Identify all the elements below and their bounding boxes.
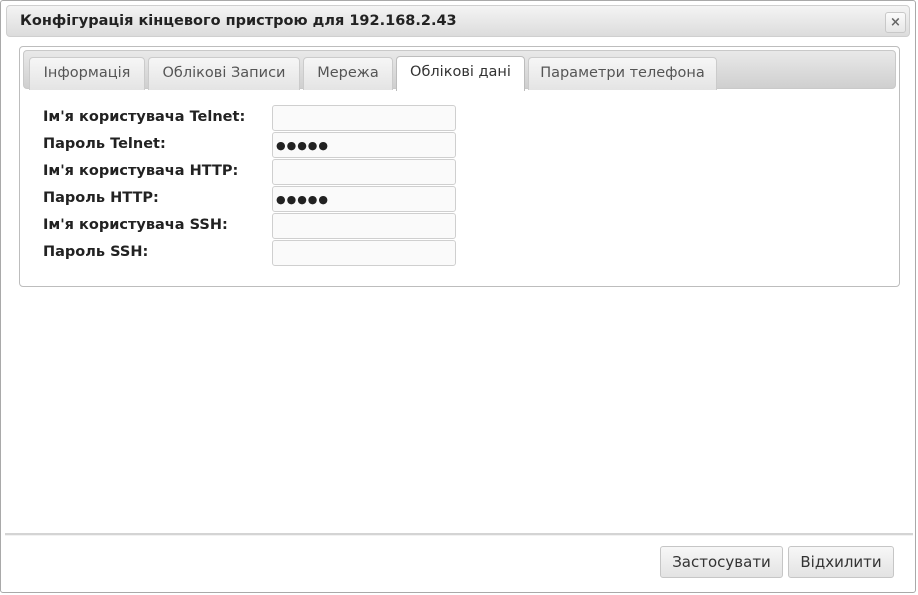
telnet-username-label: Ім'я користувача Telnet: bbox=[43, 109, 246, 125]
close-button[interactable]: × bbox=[885, 12, 906, 33]
close-icon: × bbox=[890, 15, 901, 30]
tab-information[interactable]: Інформація bbox=[29, 57, 145, 90]
tab-accounts[interactable]: Облікові Записи bbox=[148, 57, 300, 90]
tab-bar: Інформація Облікові Записи Мережа Обліко… bbox=[23, 50, 896, 91]
http-password-input[interactable]: ●●●●● bbox=[272, 186, 456, 212]
tab-phone-parameters[interactable]: Параметри телефона bbox=[528, 57, 717, 90]
ssh-username-label: Ім'я користувача SSH: bbox=[43, 217, 228, 233]
telnet-username-input[interactable] bbox=[272, 105, 456, 131]
http-username-input[interactable] bbox=[272, 159, 456, 185]
telnet-password-label: Пароль Telnet: bbox=[43, 136, 166, 152]
http-username-label: Ім'я користувача HTTP: bbox=[43, 163, 239, 179]
tab-credentials[interactable]: Облікові дані bbox=[396, 56, 525, 91]
dialog-titlebar[interactable]: Конфігурація кінцевого пристрою для 192.… bbox=[6, 5, 910, 37]
reject-button[interactable]: Відхилити bbox=[788, 546, 894, 578]
tab-network[interactable]: Мережа bbox=[303, 57, 393, 90]
footer-divider bbox=[5, 533, 913, 536]
dialog-title: Конфігурація кінцевого пристрою для 192.… bbox=[20, 13, 457, 29]
ssh-username-input[interactable] bbox=[272, 213, 456, 239]
http-password-label: Пароль HTTP: bbox=[43, 190, 159, 206]
ssh-password-label: Пароль SSH: bbox=[43, 244, 149, 260]
apply-button[interactable]: Застосувати bbox=[660, 546, 783, 578]
telnet-password-input[interactable]: ●●●●● bbox=[272, 132, 456, 158]
endpoint-config-dialog: Конфігурація кінцевого пристрою для 192.… bbox=[0, 0, 916, 593]
ssh-password-input[interactable] bbox=[272, 240, 456, 266]
tab-panel: Інформація Облікові Записи Мережа Обліко… bbox=[19, 46, 900, 287]
